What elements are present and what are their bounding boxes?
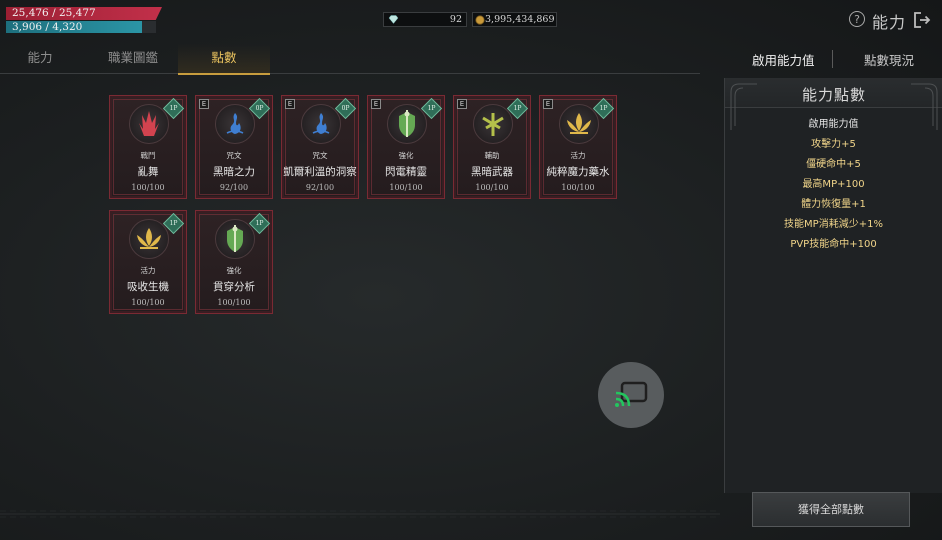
ability-card[interactable]: E 1P 輔助 黑暗武器 100/100 [453,95,531,199]
card-category: 咒文 [226,151,242,160]
point-badge-text: 1P [599,105,608,112]
bottom-ornament [0,510,720,518]
exit-door-icon[interactable] [912,10,932,30]
card-category: 活力 [570,151,586,160]
card-progress: 100/100 [131,298,165,307]
gold-coin-icon [475,13,485,26]
card-progress: 100/100 [131,183,165,192]
card-progress: 92/100 [219,183,249,192]
card-category: 咒文 [312,151,328,160]
tab-bar: 能力 職業圖鑑 點數 [0,44,700,75]
gem-value: 92 [449,14,462,25]
stat-line: 攻擊力+5 [811,139,856,150]
panel-title: 能力點數 [801,86,866,104]
card-category: 強化 [398,151,414,160]
point-badge-text: 1P [513,105,522,112]
stat-line: 體力恢復量+1 [801,199,866,210]
tab-points-status[interactable]: 點數現況 [864,50,914,69]
tab-divider [832,50,833,68]
green-shield-emblem-icon [215,219,255,259]
card-name: 貫穿分析 [213,281,255,293]
point-badge-text: 1P [169,220,178,227]
card-category: 強化 [226,266,242,275]
blue-flame-emblem-icon [301,104,341,144]
card-category: 輔助 [484,151,500,160]
tab-active-stats[interactable]: 啟用能力值 [752,50,815,69]
ability-card[interactable]: E 1P 活力 純粹魔力藥水 100/100 [539,95,617,199]
card-name: 亂舞 [137,166,159,178]
point-badge-text: 0P [341,105,350,112]
gold-currency[interactable]: 3,995,434,869 [472,12,557,27]
ability-points-panel: 能力點數 啟用能力值 攻擊力+5 僵硬命中+5 最高MP+100 體力恢復量+1 技能M… [724,78,942,493]
card-name: 吸收生機 [127,281,169,293]
card-progress: 100/100 [561,183,595,192]
page-title: 能力 [872,13,907,32]
question-circle-icon[interactable]: ? [849,11,865,27]
panel-header: 能力點數 [725,78,942,130]
screen-cast-icon [615,381,648,407]
ability-card[interactable]: E 1P 強化 閃電精靈 100/100 [367,95,445,199]
tab-ability[interactable]: 能力 [0,44,80,74]
card-progress: 92/100 [305,183,335,192]
olive-cross-emblem-icon [473,104,513,144]
equip-badge: E [199,99,209,109]
card-category: 活力 [140,266,156,275]
card-category: 戰鬥 [140,151,156,160]
card-progress: 100/100 [475,183,509,192]
equip-badge: E [543,99,553,109]
point-badge-text: 1P [255,220,264,227]
gold-value: 3,995,434,869 [485,14,555,25]
card-progress: 100/100 [389,183,423,192]
mp-text: 3,906 / 4,320 [12,21,83,33]
ability-card[interactable]: 1P 戰鬥 亂舞 100/100 [109,95,187,199]
ability-card[interactable]: 1P 強化 貫穿分析 100/100 [195,210,273,314]
tab-class-collection[interactable]: 職業圖鑑 [88,44,178,74]
claim-all-points-button[interactable]: 獲得全部點數 [752,492,910,527]
ability-card[interactable]: E 0P 咒文 黑暗之力 92/100 [195,95,273,199]
card-name: 純粹魔力藥水 [546,166,610,178]
hp-text: 25,476 / 25,477 [12,7,96,19]
card-name: 閃電精靈 [385,166,427,178]
gem-currency[interactable]: 92 [383,12,467,27]
equip-badge: E [371,99,381,109]
card-name: 黑暗之力 [213,166,255,178]
ability-card[interactable]: E 0P 咒文 凱爾利溫的洞察 92/100 [281,95,359,199]
point-badge-text: 1P [169,105,178,112]
gem-icon [386,13,400,26]
blue-flame-emblem-icon [215,104,255,144]
equip-badge: E [457,99,467,109]
equip-badge: E [285,99,295,109]
stat-line: 最高MP+100 [802,179,865,190]
hp-bar: 25,476 / 25,477 [6,7,162,20]
stat-line: 僵硬命中+5 [806,159,861,170]
stat-line: PVP技能命中+100 [790,239,877,250]
screen-cast-button[interactable] [598,362,664,428]
card-progress: 100/100 [217,298,251,307]
card-name: 凱爾利溫的洞察 [283,166,357,178]
red-claw-emblem-icon [129,104,169,144]
panel-subtitle: 啟用能力值 [808,119,859,130]
mp-bar: 3,906 / 4,320 [6,21,156,33]
stat-line: 技能MP消耗減少+1% [784,219,883,230]
point-badge-text: 0P [255,105,264,112]
ability-card[interactable]: 1P 活力 吸收生機 100/100 [109,210,187,314]
tab-points[interactable]: 點數 [178,44,270,75]
gold-lotus-emblem-icon [559,104,599,144]
point-badge-text: 1P [427,105,436,112]
green-shield-emblem-icon [387,104,427,144]
gold-lotus-emblem-icon [129,219,169,259]
card-name: 黑暗武器 [471,166,513,178]
